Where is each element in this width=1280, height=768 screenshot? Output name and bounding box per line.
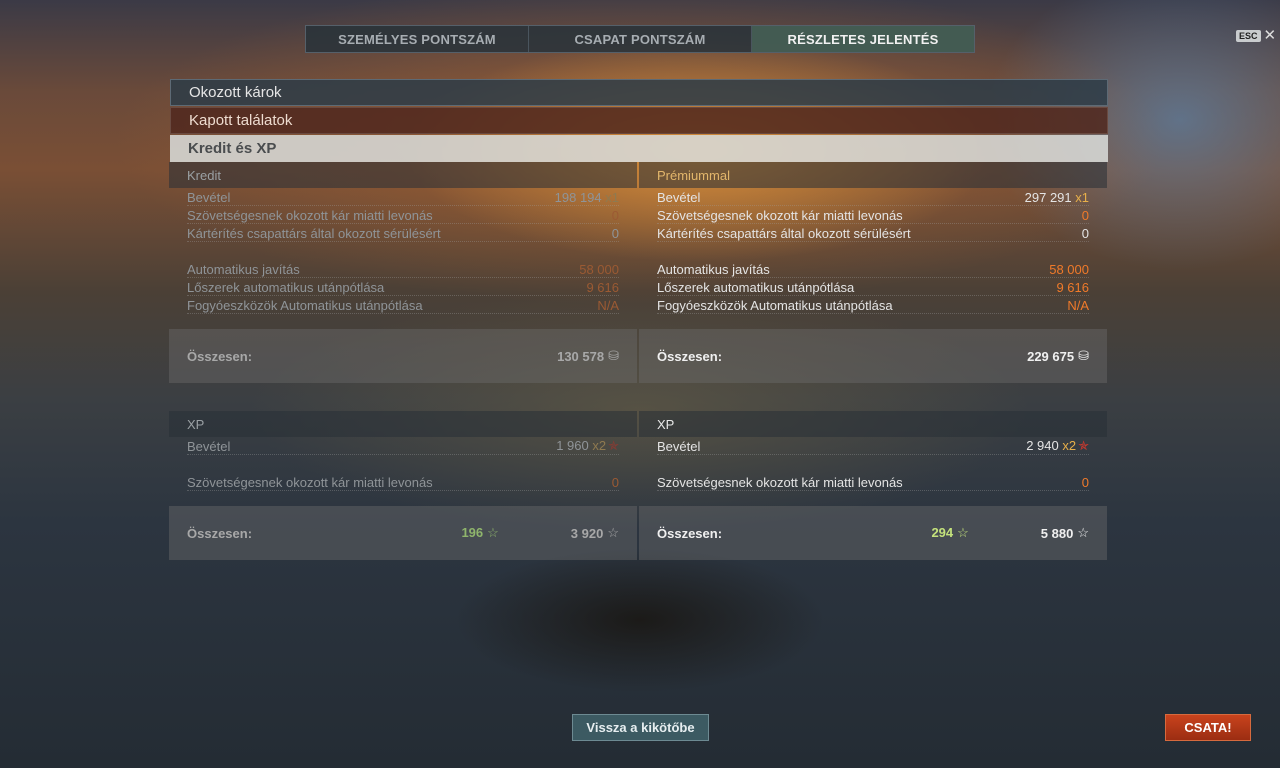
free-xp-value: 196 [461, 525, 484, 540]
auto-consumables-row: Fogyóeszközök Automatikus utánpótlása N/… [187, 296, 619, 314]
xp-total: Összesen: 196 ☆ 3 920 ☆ [169, 506, 637, 560]
multiplier: x2 [592, 438, 607, 453]
credit-icon: ⛁ [1078, 348, 1089, 363]
tab-bar: SZEMÉLYES PONTSZÁM CSAPAT PONTSZÁM RÉSZL… [305, 25, 975, 53]
total-label: Összesen: [187, 348, 253, 364]
credit-panel-base: Kredit Bevétel 198 194 x1 Szövetségesnek… [169, 162, 637, 383]
xp-income-row: Bevétel 2 940 x2 ✯ [657, 437, 1089, 455]
xp-ally-damage-row: Szövetségesnek okozott kár miatti levoná… [187, 473, 619, 491]
multiplier: x1 [1075, 190, 1089, 205]
compensation-row: Kártérítés csapattárs által okozott sérü… [187, 224, 619, 242]
credit-total: Összesen: 229 675 ⛁ [639, 329, 1107, 383]
xp-total: Összesen: 294 ☆ 5 880 ☆ [639, 506, 1107, 560]
tab-detailed-report[interactable]: RÉSZLETES JELENTÉS [752, 26, 974, 52]
row-label: Kártérítés csapattárs által okozott sérü… [657, 226, 911, 241]
row-label: Lőszerek automatikus utánpótlása [187, 280, 385, 295]
close-icon: ✕ [1263, 27, 1277, 44]
credit-header: Kredit [169, 162, 637, 188]
row-value: 9 616 [1056, 280, 1089, 295]
xp-header: XP [169, 411, 637, 437]
row-label: Szövetségesnek okozott kár miatti levoná… [187, 475, 433, 490]
xp-header: XP [639, 411, 1107, 437]
row-value: 9 616 [586, 280, 619, 295]
income-row: Bevétel 198 194 x1 [187, 188, 619, 206]
back-to-port-button[interactable]: Vissza a kikötőbe [572, 714, 709, 741]
row-label: Kártérítés csapattárs által okozott sérü… [187, 226, 441, 241]
row-value: 0 [1081, 226, 1089, 241]
row-value: 2 940 [1026, 438, 1059, 453]
row-value: 58 000 [1049, 262, 1089, 277]
ally-damage-row: Szövetségesnek okozott kár miatti levoná… [187, 206, 619, 224]
row-label: Fogyóeszközök Automatikus utánpótlása [657, 298, 893, 313]
close-button[interactable]: ESC ✕ [1236, 27, 1277, 44]
total-label: Összesen: [657, 525, 723, 541]
star-icon: ☆ [487, 525, 499, 540]
section-credits-xp[interactable]: Kredit és XP [170, 135, 1108, 162]
auto-repair-row: Automatikus javítás 58 000 [187, 260, 619, 278]
row-label: Bevétel [187, 190, 231, 205]
star-icon: ☆ [607, 525, 619, 540]
total-label: Összesen: [187, 525, 253, 541]
row-value: 0 [611, 208, 619, 223]
row-label: Lőszerek automatikus utánpótlása [657, 280, 855, 295]
xp-ally-damage-row: Szövetségesnek okozott kár miatti levoná… [657, 473, 1089, 491]
base-column: Kredit Bevétel 198 194 x1 Szövetségesnek… [169, 162, 637, 560]
compensation-row: Kártérítés csapattárs által okozott sérü… [657, 224, 1089, 242]
row-value: 297 291 [1024, 190, 1072, 205]
row-label: Szövetségesnek okozott kár miatti levoná… [187, 208, 433, 223]
xp-panel-premium: XP Bevétel 2 940 x2 ✯ Szövetségesnek okoz… [639, 411, 1107, 560]
section-hits-received[interactable]: Kapott találatok [170, 107, 1108, 134]
battle-button[interactable]: CSATA! [1165, 714, 1251, 741]
credit-panel-premium: Prémiummal Bevétel 297 291 x1 Szövetsége… [639, 162, 1107, 383]
multiplier: x2 [1062, 438, 1077, 453]
xp-panel-base: XP Bevétel 1 960 x2 ✯ Szövetségesnek okoz… [169, 411, 637, 560]
row-value: 0 [1081, 475, 1089, 490]
row-value: N/A [597, 298, 619, 313]
row-value: 0 [611, 475, 619, 490]
esc-key-icon: ESC [1236, 30, 1261, 42]
star-icon: ☆ [1077, 525, 1089, 540]
row-label: Automatikus javítás [187, 262, 300, 277]
row-label: Fogyóeszközök Automatikus utánpótlása [187, 298, 423, 313]
auto-repair-row: Automatikus javítás 58 000 [657, 260, 1089, 278]
row-value: 1 960 [556, 438, 589, 453]
row-value: 198 194 [554, 190, 602, 205]
red-star-icon: ✯ [1078, 438, 1089, 453]
row-value: 58 000 [579, 262, 619, 277]
row-label: Automatikus javítás [657, 262, 770, 277]
red-star-icon: ✯ [608, 438, 619, 453]
row-value: 0 [611, 226, 619, 241]
tab-personal-score[interactable]: SZEMÉLYES PONTSZÁM [306, 26, 529, 52]
auto-ammo-row: Lőszerek automatikus utánpótlása 9 616 [657, 278, 1089, 296]
multiplier: x1 [605, 190, 619, 205]
xp-income-row: Bevétel 1 960 x2 ✯ [187, 437, 619, 455]
tab-team-score[interactable]: CSAPAT PONTSZÁM [529, 26, 752, 52]
total-value: 5 880 [1040, 525, 1074, 541]
star-icon: ☆ [957, 525, 969, 540]
premium-header: Prémiummal [639, 162, 1107, 188]
premium-column: Prémiummal Bevétel 297 291 x1 Szövetsége… [639, 162, 1107, 560]
total-value: 3 920 [570, 525, 604, 541]
row-label: Szövetségesnek okozott kár miatti levoná… [657, 475, 903, 490]
row-value: 0 [1081, 208, 1089, 223]
row-label: Bevétel [657, 190, 701, 205]
auto-ammo-row: Lőszerek automatikus utánpótlása 9 616 [187, 278, 619, 296]
section-damage-dealt[interactable]: Okozott károk [170, 79, 1108, 106]
row-label: Bevétel [187, 439, 231, 454]
income-row: Bevétel 297 291 x1 [657, 188, 1089, 206]
ally-damage-row: Szövetségesnek okozott kár miatti levoná… [657, 206, 1089, 224]
total-value: 130 578 [557, 348, 605, 364]
row-label: Bevétel [657, 439, 701, 454]
credit-icon: ⛁ [608, 348, 619, 363]
auto-consumables-row: Fogyóeszközök Automatikus utánpótlása N/… [657, 296, 1089, 314]
total-value: 229 675 [1027, 348, 1075, 364]
credit-total: Összesen: 130 578 ⛁ [169, 329, 637, 383]
row-label: Szövetségesnek okozott kár miatti levoná… [657, 208, 903, 223]
row-value: N/A [1067, 298, 1089, 313]
free-xp-value: 294 [931, 525, 954, 540]
total-label: Összesen: [657, 348, 723, 364]
